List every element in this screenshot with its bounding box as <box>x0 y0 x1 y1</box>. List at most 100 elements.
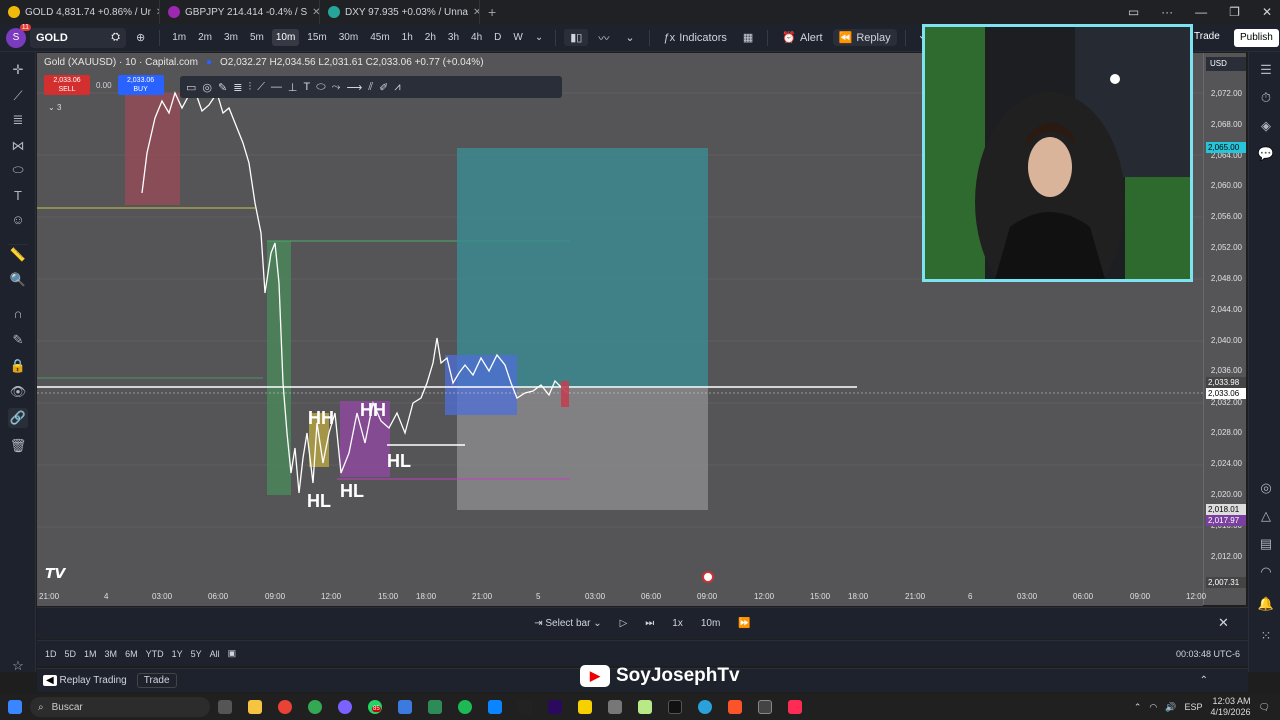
star-icon[interactable]: ☆ <box>8 656 28 676</box>
notifications-icon[interactable]: 🔔 <box>1257 596 1275 614</box>
app-3-icon[interactable] <box>638 700 652 714</box>
range-1y[interactable]: 1Y <box>172 649 183 659</box>
premiere-icon[interactable] <box>548 700 562 714</box>
file-explorer-icon[interactable] <box>248 700 262 714</box>
range-1d[interactable]: 1D <box>45 649 57 659</box>
symbol-settings-icon[interactable]: ⛭ <box>111 31 120 44</box>
ideas-icon[interactable]: △ <box>1257 508 1275 526</box>
speed-button[interactable]: 1x <box>672 618 683 629</box>
candles-icon[interactable]: ▮▯ <box>564 29 589 46</box>
price-scale[interactable]: USD 2,072.00 2,068.00 2,064.00 2,060.00 … <box>1203 53 1246 605</box>
event-flag-icon[interactable] <box>702 571 714 583</box>
browser-tab-gold[interactable]: GOLD 4,831.74 +0.86% / Ur ✕ <box>0 0 160 24</box>
chat-icon[interactable]: 💬 <box>1257 146 1275 164</box>
minecraft-icon[interactable] <box>428 700 442 714</box>
tf-45m[interactable]: 45m <box>366 29 393 46</box>
close-icon[interactable]: ✕ <box>473 7 479 18</box>
range-1m[interactable]: 1M <box>84 649 97 659</box>
browser-tab-gbpjpy[interactable]: GBPJPY 214.414 -0.4% / S ✕ <box>160 0 320 24</box>
tf-1h[interactable]: 1h <box>398 29 417 46</box>
tf-d[interactable]: D <box>490 29 505 46</box>
language-indicator[interactable]: ESP <box>1185 702 1203 712</box>
tf-5m[interactable]: 5m <box>246 29 268 46</box>
chevron-down-icon[interactable]: ⌄ <box>619 29 640 46</box>
text-icon[interactable]: T <box>304 81 311 93</box>
terminal-icon[interactable] <box>518 700 532 714</box>
volume-icon[interactable]: 🔊 <box>1165 702 1176 713</box>
shapes-icon[interactable]: ⬭ <box>8 160 28 180</box>
trade-tab[interactable]: Trade <box>136 673 177 688</box>
apps-icon[interactable]: ⁙ <box>1257 628 1275 646</box>
link-icon[interactable]: 🔗 <box>8 408 28 428</box>
obs-icon[interactable] <box>758 700 772 714</box>
measure-icon[interactable]: ⊥ <box>288 81 298 94</box>
hline-icon[interactable]: — <box>271 81 282 93</box>
tf-1m[interactable]: 1m <box>168 29 190 46</box>
tf-4h[interactable]: 4h <box>467 29 486 46</box>
sticky-notes-icon[interactable] <box>578 700 592 714</box>
tiktok-icon[interactable] <box>788 700 802 714</box>
indicator-collapse[interactable]: ⌄ 3 <box>48 103 61 112</box>
channel-icon[interactable]: ⫽ <box>368 81 373 94</box>
pencil-lock-icon[interactable]: ✎ <box>8 330 28 350</box>
range-5y[interactable]: 5Y <box>191 649 202 659</box>
tray-chevron-icon[interactable]: ⌃ <box>1134 702 1142 713</box>
pattern-icon[interactable]: ⋈ <box>8 136 28 156</box>
range-6m[interactable]: 6M <box>125 649 138 659</box>
notification-center-icon[interactable]: 🗨 <box>1259 702 1270 713</box>
taskbar-search[interactable]: ⌕ Buscar <box>30 697 210 717</box>
ruler-icon[interactable]: 📏 <box>8 244 28 264</box>
tf-2m[interactable]: 2m <box>194 29 216 46</box>
browser-tab-dxy[interactable]: DXY 97.935 +0.03% / Unna ✕ <box>320 0 480 24</box>
tf-15m[interactable]: 15m <box>303 29 330 46</box>
tf-w[interactable]: W <box>509 29 526 46</box>
eye-icon[interactable]: 👁 <box>8 382 28 402</box>
whatsapp-icon[interactable]: 85 <box>368 700 382 714</box>
chrome-icon[interactable] <box>278 700 292 714</box>
zigzag-icon[interactable]: ⩘ <box>394 81 400 94</box>
range-5d[interactable]: 5D <box>65 649 77 659</box>
sell-button[interactable]: 2,033.06 SELL <box>44 75 90 95</box>
cast-icon[interactable]: ▭ <box>1128 5 1139 19</box>
ellipse-icon[interactable]: ⬭ <box>316 81 325 94</box>
avatar[interactable]: S 11 <box>6 23 31 48</box>
close-replay-icon[interactable]: ✕ <box>1218 615 1229 631</box>
fib-icon[interactable]: ≣ <box>233 81 242 94</box>
tf-30m[interactable]: 30m <box>335 29 362 46</box>
jump-realtime-icon[interactable]: ⏩ <box>738 618 750 629</box>
wifi-icon[interactable]: ◠ <box>1149 702 1157 713</box>
spotify-icon[interactable] <box>458 700 472 714</box>
range-all[interactable]: All <box>210 649 220 659</box>
emoji-icon[interactable]: ☺ <box>8 210 28 230</box>
pen-icon[interactable]: ✐ <box>379 81 388 94</box>
lock-icon[interactable]: 🔒 <box>8 356 28 376</box>
path-icon[interactable]: ⤳ <box>332 81 341 94</box>
clock-icon[interactable]: ⏱ <box>1257 90 1275 108</box>
maximize-icon[interactable]: ❐ <box>1229 5 1240 19</box>
chevron-up-icon[interactable]: ⌃ <box>1200 675 1208 686</box>
zoom-icon[interactable]: 🔍 <box>8 270 28 290</box>
symbol-search[interactable]: GOLD ⛭ <box>30 27 126 48</box>
crosshair-icon[interactable]: ✛ <box>8 60 28 80</box>
chevron-down-icon[interactable]: ⌄ <box>531 29 547 46</box>
range-ytd[interactable]: YTD <box>146 649 164 659</box>
fib-icon[interactable]: ≣ <box>8 110 28 130</box>
task-view-icon[interactable] <box>218 700 232 714</box>
trash-icon[interactable]: 🗑 <box>8 436 28 456</box>
magnet-icon[interactable]: ∩ <box>8 304 28 324</box>
line-chart-icon[interactable]: 〰 <box>592 28 615 48</box>
chrome-profile-icon[interactable] <box>308 700 322 714</box>
windows-start-icon[interactable] <box>8 700 22 714</box>
target-icon[interactable]: ◎ <box>1257 480 1275 498</box>
eye-icon[interactable]: ● <box>206 57 212 68</box>
currency-select[interactable]: USD <box>1206 57 1246 71</box>
new-tab-button[interactable]: + <box>480 0 504 24</box>
watchlist-icon[interactable]: ☰ <box>1257 62 1275 80</box>
buy-button[interactable]: 2,033.06 BUY <box>117 75 164 95</box>
calendar-icon[interactable]: ▤ <box>1257 536 1275 554</box>
app-2-icon[interactable] <box>608 700 622 714</box>
play-icon[interactable]: ▷ <box>620 618 628 629</box>
time-scale[interactable]: 21:00 4 03:00 06:00 09:00 12:00 15:00 18… <box>37 588 1206 606</box>
compare-icon[interactable]: ⊕ <box>130 29 151 46</box>
rectangle-icon[interactable]: ▭ <box>186 81 196 94</box>
